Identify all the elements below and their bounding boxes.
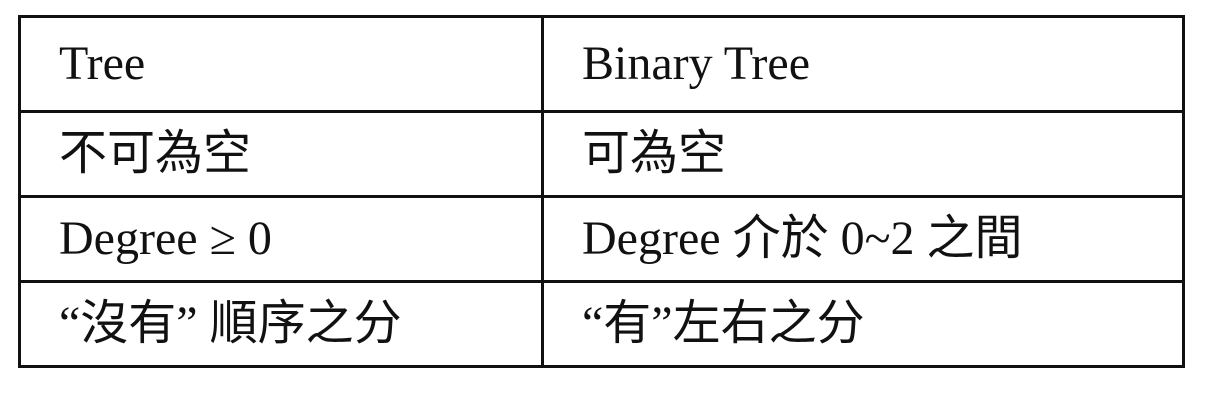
header-cell-binary-tree: Binary Tree [541, 15, 1185, 113]
table-cell: 不可為空 [18, 110, 544, 198]
table-row: Degree ≥ 0 Degree 介於 0~2 之間 [18, 195, 1185, 283]
table-cell: Degree 介於 0~2 之間 [541, 195, 1185, 283]
table-header-row: Tree Binary Tree [18, 15, 1185, 113]
table-cell: Degree ≥ 0 [18, 195, 544, 283]
table-row: 不可為空 可為空 [18, 110, 1185, 198]
table-row: “沒有” 順序之分 “有”左右之分 [18, 280, 1185, 368]
comparison-table: Tree Binary Tree 不可為空 可為空 Degree ≥ 0 Deg… [18, 15, 1185, 368]
table-cell: “有”左右之分 [541, 280, 1185, 368]
header-cell-tree: Tree [18, 15, 544, 113]
table-cell: 可為空 [541, 110, 1185, 198]
table-cell: “沒有” 順序之分 [18, 280, 544, 368]
